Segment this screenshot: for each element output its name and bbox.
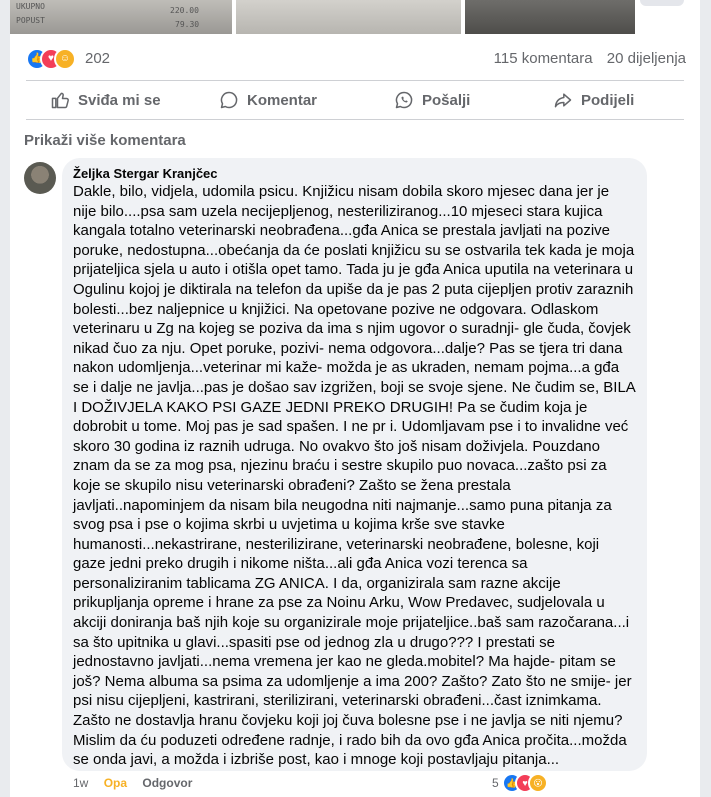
- like-label: Sviđa mi se: [78, 91, 161, 109]
- comment-time[interactable]: 1w: [73, 776, 88, 790]
- post-images: UKUPNO POPUST 220.00 79.30: [10, 0, 700, 34]
- more-options-button[interactable]: [640, 0, 684, 6]
- comment-label: Komentar: [247, 91, 318, 109]
- wow-icon: 😮: [528, 773, 548, 793]
- avatar[interactable]: [24, 162, 56, 194]
- comment-icon: [220, 91, 238, 109]
- post-image-1[interactable]: UKUPNO POPUST 220.00 79.30: [10, 0, 232, 34]
- share-label: Podijeli: [581, 91, 635, 109]
- send-button[interactable]: Pošalji: [394, 86, 470, 114]
- comment-author[interactable]: Željka Stergar Kranjčec: [73, 166, 218, 181]
- receipt-text: 79.30: [175, 20, 200, 29]
- divider: [26, 80, 684, 81]
- receipt-text: UKUPNO: [16, 2, 45, 11]
- share-button[interactable]: Podijeli: [553, 86, 634, 114]
- post-image-2[interactable]: [236, 0, 461, 34]
- care-icon: ☺: [54, 48, 76, 70]
- receipt-text: POPUST: [16, 16, 45, 25]
- whatsapp-icon: [395, 91, 413, 109]
- comment-bubble: Željka Stergar Kranjčec Dakle, bilo, vid…: [62, 158, 647, 771]
- comment-button[interactable]: Komentar: [219, 86, 317, 114]
- reply-button[interactable]: Odgovor: [142, 776, 192, 790]
- reactions-summary: 👍 ♥ ☺ 202 115 komentara 20 dijeljenja: [10, 42, 700, 72]
- comments-count[interactable]: 115 komentara: [494, 50, 593, 67]
- comment-reaction-count: 5: [492, 776, 499, 790]
- share-icon: [554, 93, 572, 108]
- show-more-comments-link[interactable]: Prikaži više komentara: [24, 132, 186, 149]
- thumbs-up-icon: [51, 92, 69, 109]
- like-button[interactable]: Sviđa mi se: [50, 86, 161, 114]
- reaction-count[interactable]: 202: [85, 50, 110, 67]
- divider: [26, 119, 684, 120]
- post-stats: 115 komentara 20 dijeljenja: [484, 50, 686, 67]
- shares-count[interactable]: 20 dijeljenja: [607, 50, 686, 67]
- comment-meta: 1w Opa Odgovor: [73, 776, 204, 790]
- post-action-bar: Sviđa mi se Komentar Pošalji Podijeli: [26, 84, 684, 116]
- receipt-text: 220.00: [170, 6, 199, 15]
- comment-reaction-button[interactable]: Opa: [104, 776, 127, 790]
- send-label: Pošalji: [422, 91, 471, 109]
- comment-text: Dakle, bilo, vidjela, udomila psicu. Knj…: [73, 183, 635, 769]
- post-image-3[interactable]: [465, 0, 635, 34]
- post-card: UKUPNO POPUST 220.00 79.30 👍 ♥ ☺ 202 115…: [10, 0, 700, 797]
